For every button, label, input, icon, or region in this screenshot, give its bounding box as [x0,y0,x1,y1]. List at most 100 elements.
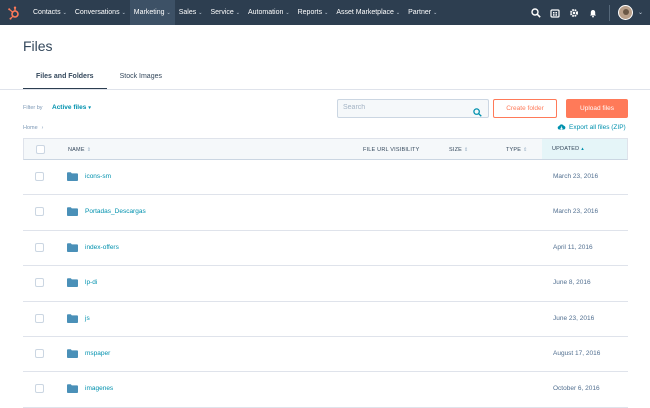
files-table: NAME ⇕ FILE URL VISIBILITY SIZE ⇕ TYPE ⇕ UP… [23,138,628,408]
breadcrumb-home[interactable]: Home [23,125,38,131]
chevron-down-icon: ⌄ [198,9,203,16]
nav-item-label: Conversations [74,9,120,16]
user-avatar[interactable] [617,5,633,20]
updated-date: June 23, 2016 [553,314,595,322]
row-checkbox[interactable] [35,278,44,288]
column-header-name[interactable]: NAME ⇕ [68,147,91,153]
hubspot-logo-icon[interactable] [7,6,21,20]
row-checkbox[interactable] [35,348,44,358]
nav-item-label: Asset Marketplace [336,9,394,16]
select-all-checkbox[interactable] [36,145,45,154]
column-header-updated-label: UPDATED [552,146,580,152]
search-icon[interactable] [473,104,482,122]
folder-icon [67,207,78,217]
folder-name-link[interactable]: Portadas_Descargas [85,208,146,215]
sort-icon: ⇕ [523,147,528,153]
folder-icon [67,278,78,288]
updated-date: March 23, 2016 [553,173,599,180]
export-all-files-label: Export all files (ZIP) [569,123,626,131]
table-row[interactable]: Portadas_Descargas March 23, 2016 [23,195,628,231]
nav-item-asset-marketplace[interactable]: Asset Marketplace ⌄ [332,0,404,25]
chevron-down-icon: ⌄ [285,9,290,16]
table-row[interactable]: mspaper August 17, 2016 [23,337,628,373]
folder-name-link[interactable]: js [85,315,90,322]
tab-stock-images[interactable]: Stock Images [107,72,175,90]
folder-name-link[interactable]: mspaper [85,350,110,357]
updated-date: June 8, 2016 [553,279,591,287]
nav-item-label: Contacts [33,9,61,16]
nav-item-sales[interactable]: Sales ⌄ [175,0,207,25]
nav-item-contacts[interactable]: Contacts ⌄ [29,0,71,25]
tab-bar: Files and Folders Stock Images [23,72,175,90]
row-checkbox[interactable] [35,207,44,217]
updated-date: August 17, 2016 [553,349,601,357]
search-icon[interactable] [531,7,542,18]
breadcrumb: Home › [23,125,43,131]
nav-divider [608,4,610,21]
column-header-type[interactable]: TYPE ⇕ [506,147,528,153]
nav-item-reports[interactable]: Reports ⌄ [294,0,333,25]
account-menu-caret-icon[interactable]: ⌄ [638,9,643,16]
nav-item-conversations[interactable]: Conversations ⌄ [71,0,130,25]
updated-date: October 6, 2016 [553,385,600,393]
nav-item-partner[interactable]: Partner ⌄ [404,0,441,25]
export-all-files-link[interactable]: Export all files (ZIP) [557,123,626,131]
top-navigation-bar: Contacts ⌄ Conversations ⌄ Marketing ⌄ Sales ⌄ S… [0,0,650,25]
filter-dropdown-value: Active files [52,104,87,111]
nav-item-label: Partner [408,9,432,16]
folder-icon [67,243,78,252]
chevron-down-icon: ⌄ [121,9,126,16]
sort-icon: ⇕ [464,147,469,153]
folder-icon [67,313,78,323]
tabs-divider [0,89,650,90]
chevron-down-icon: ⌄ [235,9,240,16]
table-row[interactable]: imagenes October 6, 2016 [23,372,628,408]
filter-dropdown[interactable]: Active files ▾ [52,104,91,111]
create-folder-button[interactable]: Create folder [493,99,557,118]
sort-ascending-icon: ▴ [581,146,584,152]
chevron-down-icon: ⌄ [166,9,171,16]
updated-date: March 23, 2016 [553,208,599,216]
search-input[interactable] [343,104,463,111]
nav-item-label: Marketing [133,9,165,16]
nav-item-automation[interactable]: Automation ⌄ [244,0,294,25]
nav-item-label: Service [210,9,234,16]
folder-name-link[interactable]: icons-sm [85,173,111,180]
nav-item-marketing[interactable]: Marketing ⌄ [129,0,175,25]
row-checkbox[interactable] [35,313,44,323]
chevron-down-icon: ⌄ [433,9,438,16]
sort-icon: ⇕ [86,147,92,153]
nav-item-label: Sales [178,9,197,16]
folder-name-link[interactable]: index-offers [85,244,119,251]
folder-icon [67,384,78,394]
table-row[interactable]: icons-sm March 23, 2016 [23,160,628,196]
column-header-visibility-label: FILE URL VISIBILITY [363,147,420,153]
table-row[interactable]: index-offers April 11, 2016 [23,231,628,267]
folder-name-link[interactable]: lp-di [85,279,97,286]
page-title: Files [23,38,53,54]
upload-files-button[interactable]: Upload files [566,99,628,118]
nav-item-label: Reports [297,9,323,16]
notifications-bell-icon[interactable] [588,7,599,18]
chevron-down-icon: ⌄ [395,9,401,16]
table-header: NAME ⇕ FILE URL VISIBILITY SIZE ⇕ TYPE ⇕ UP… [23,138,628,160]
nav-item-service[interactable]: Service ⌄ [206,0,244,25]
table-row[interactable]: lp-di June 8, 2016 [23,266,628,302]
column-header-size[interactable]: SIZE ⇕ [449,147,468,153]
filter-label: Filter by [23,105,43,111]
row-checkbox[interactable] [35,384,44,394]
column-header-file-url-visibility: FILE URL VISIBILITY [363,147,419,153]
column-header-type-label: TYPE [506,147,522,153]
chevron-down-icon: ⌄ [62,9,67,16]
table-row[interactable]: js June 23, 2016 [23,302,628,337]
folder-icon [67,172,78,181]
folder-name-link[interactable]: imagenes [85,385,113,392]
chevron-down-icon: ▾ [88,105,91,111]
settings-gear-icon[interactable] [569,7,580,18]
row-checkbox[interactable] [35,242,44,252]
column-header-updated[interactable]: UPDATED ▴ [542,139,627,159]
marketplace-icon[interactable] [550,7,561,18]
folder-icon [67,349,78,358]
row-checkbox[interactable] [35,172,44,181]
tab-files-and-folders[interactable]: Files and Folders [23,72,107,90]
